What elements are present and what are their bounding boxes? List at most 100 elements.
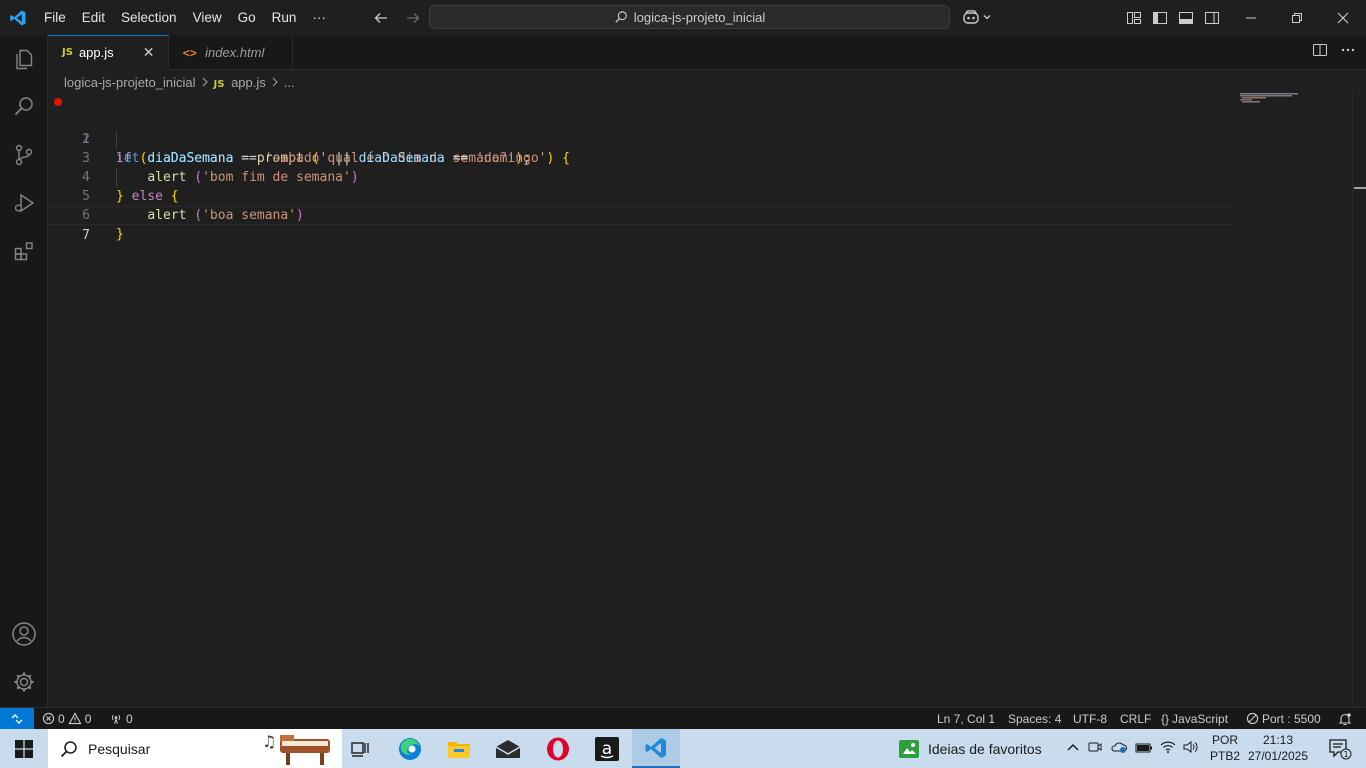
minimize-icon[interactable] — [1228, 0, 1274, 35]
live-server-port[interactable]: Port : 5500 — [1246, 708, 1321, 729]
menu-selection[interactable]: Selection — [113, 0, 185, 35]
forward-arrow-icon[interactable] — [402, 7, 424, 29]
breadcrumb-folder[interactable]: logica-js-projeto_inicial — [64, 75, 196, 90]
vscode-taskbar-icon[interactable] — [632, 729, 680, 768]
warning-count: 0 — [84, 711, 92, 726]
remote-window-button[interactable] — [0, 708, 34, 729]
line-number: 7 — [82, 228, 90, 243]
chevron-right-icon — [201, 75, 209, 90]
toggle-secondary-sidebar-icon[interactable] — [1202, 8, 1222, 28]
onedrive-sync-icon[interactable] — [1110, 740, 1128, 757]
error-count: 0 — [58, 711, 65, 726]
warning-icon — [68, 712, 82, 725]
language-code: POR — [1212, 733, 1239, 747]
accounts-icon[interactable] — [0, 610, 48, 658]
language-mode[interactable]: {} JavaScript — [1161, 708, 1228, 729]
mail-icon[interactable] — [484, 729, 532, 768]
customize-layout-icon[interactable] — [1124, 8, 1144, 28]
copilot-icon — [963, 10, 979, 24]
opera-browser-icon[interactable] — [534, 729, 582, 768]
back-arrow-icon[interactable] — [370, 7, 392, 29]
widget-label: Ideias de favoritos — [928, 740, 1042, 757]
source-control-icon[interactable] — [0, 131, 48, 179]
amazon-app-icon[interactable]: a — [583, 729, 631, 768]
encoding[interactable]: UTF-8 — [1073, 708, 1107, 729]
menu-more[interactable]: ··· — [304, 0, 334, 35]
split-editor-icon[interactable] — [1312, 42, 1328, 63]
task-view-icon[interactable] — [336, 729, 384, 768]
search-icon — [615, 11, 627, 23]
vertical-scrollbar[interactable] — [1352, 92, 1366, 707]
code-line: 2 if (diaDaSemana == 'sabado' || diaDaSe… — [48, 111, 1232, 166]
toggle-panel-icon[interactable] — [1176, 8, 1196, 28]
menu-run[interactable]: Run — [264, 0, 305, 35]
run-debug-icon[interactable] — [0, 179, 48, 227]
code-line: 5 alert ('boa semana') — [48, 168, 1232, 223]
chevron-up-icon[interactable] — [1066, 741, 1080, 757]
svg-text:♫: ♫ — [262, 732, 276, 751]
activity-bar — [0, 35, 48, 707]
title-bar: File Edit Selection View Go Run ··· logi… — [0, 0, 1366, 35]
editor-actions — [1312, 35, 1356, 70]
command-center-search[interactable]: logica-js-projeto_inicial — [429, 5, 950, 29]
cursor-position[interactable]: Ln 7, Col 1 — [937, 708, 995, 729]
meet-now-icon[interactable] — [1087, 740, 1103, 757]
tab-app-js[interactable]: JS app.js ✕ — [48, 35, 169, 70]
code-editor[interactable]: 1 let diaDaSemana = prompt ('qual é o di… — [48, 92, 1366, 707]
file-explorer-icon[interactable] — [435, 729, 483, 768]
indentation[interactable]: Spaces: 4 — [1008, 708, 1061, 729]
breakpoint-icon[interactable] — [54, 98, 62, 106]
code-line: 4 } else { — [48, 149, 1232, 204]
search-icon — [60, 740, 77, 757]
edge-browser-icon[interactable] — [386, 729, 434, 768]
error-icon — [42, 712, 55, 725]
action-center-icon[interactable]: 1 — [1320, 729, 1360, 768]
search-text: logica-js-projeto_inicial — [633, 9, 766, 25]
volume-icon[interactable] — [1183, 740, 1199, 757]
notifications-bell-icon[interactable] — [1338, 708, 1352, 729]
extensions-icon[interactable] — [0, 227, 48, 275]
search-placeholder: Pesquisar — [88, 740, 151, 757]
ports-count: 0 — [126, 711, 133, 726]
breadcrumb-more[interactable]: ... — [284, 75, 295, 90]
battery-icon[interactable] — [1135, 741, 1153, 757]
clock-time: 21:13 — [1262, 733, 1294, 747]
restore-icon[interactable] — [1274, 0, 1320, 35]
more-actions-icon[interactable] — [1340, 42, 1356, 63]
menu-file[interactable]: File — [36, 0, 74, 35]
menu-go[interactable]: Go — [230, 0, 264, 35]
input-language-indicator[interactable]: POR PTB2 — [1210, 732, 1240, 764]
copilot-button[interactable] — [962, 6, 992, 28]
news-widget[interactable]: Ideias de favoritos — [898, 729, 1042, 768]
explorer-icon[interactable] — [0, 35, 48, 83]
chevron-right-icon — [271, 75, 279, 90]
ports-indicator[interactable]: 0 — [109, 708, 133, 729]
menu-bar: File Edit Selection View Go Run ··· — [36, 0, 334, 35]
editor-tabs: JS app.js ✕ <> index.html — [48, 35, 1366, 70]
menu-edit[interactable]: Edit — [74, 0, 113, 35]
tab-index-html[interactable]: <> index.html — [169, 35, 294, 70]
close-tab-icon[interactable]: ✕ — [140, 44, 158, 62]
system-tray — [1066, 729, 1199, 768]
status-bar: 0 0 0 Ln 7, Col 1 Spaces: 4 UTF-8 CRLF {… — [0, 707, 1366, 729]
minimap[interactable] — [1240, 92, 1310, 112]
html-file-icon: <> — [182, 45, 198, 60]
port-label: Port : 5500 — [1262, 711, 1321, 726]
tab-label: index.html — [205, 45, 265, 60]
problems-indicator[interactable]: 0 0 — [42, 708, 91, 729]
wifi-icon[interactable] — [1160, 740, 1176, 757]
toggle-primary-sidebar-icon[interactable] — [1150, 8, 1170, 28]
windows-start-icon[interactable] — [0, 729, 48, 768]
code-line-current: 7 — [48, 206, 1232, 243]
search-icon[interactable] — [0, 83, 48, 131]
code-line: 1 let diaDaSemana = prompt ('qual é o di… — [48, 92, 1232, 166]
taskbar-search[interactable]: Pesquisar ♫ — [48, 729, 342, 768]
js-file-icon: JS — [62, 47, 73, 58]
close-window-icon[interactable] — [1320, 0, 1366, 35]
js-file-icon: JS — [213, 78, 225, 90]
end-of-line[interactable]: CRLF — [1120, 708, 1151, 729]
settings-gear-icon[interactable] — [0, 658, 48, 706]
clock[interactable]: 21:13 27/01/2025 — [1246, 732, 1310, 764]
breadcrumb-file[interactable]: JS app.js — [214, 75, 266, 90]
menu-view[interactable]: View — [185, 0, 230, 35]
